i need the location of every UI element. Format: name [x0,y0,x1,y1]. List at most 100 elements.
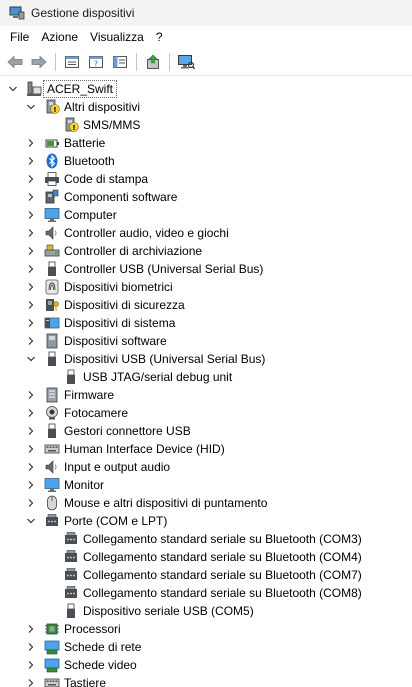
menu-help[interactable]: ? [150,26,169,48]
tree-category[interactable]: Controller USB (Universal Serial Bus) [0,260,412,278]
chevron-down-icon[interactable] [8,84,18,94]
tree-category[interactable]: Controller di archiviazione [0,242,412,260]
tree-category[interactable]: Fotocamere [0,404,412,422]
tree-category[interactable]: Schede video [0,656,412,674]
tree-category-label: Schede video [64,658,137,672]
printer-icon [45,172,59,186]
chevron-right-icon[interactable] [26,660,36,670]
tree-category[interactable]: Dispositivi biometrici [0,278,412,296]
chevron-right-icon[interactable] [26,480,36,490]
driver-icon [113,55,127,68]
tree-device-label: Collegamento standard seriale su Bluetoo… [83,586,362,600]
toolbar: ? [0,48,412,76]
tree-category-label: Dispositivi software [64,334,167,348]
help-icon: ? [89,55,103,68]
chevron-right-icon[interactable] [26,642,36,652]
properties-icon [65,55,79,68]
tree-category[interactable]: Dispositivi di sicurezza [0,296,412,314]
port-icon [65,568,77,580]
tree-category[interactable]: Controller audio, video e giochi [0,224,412,242]
tree-category[interactable]: ! Altri dispositivi [0,98,412,116]
tree-category[interactable]: Input e output audio [0,458,412,476]
menu-file[interactable]: File [4,26,35,48]
properties-button[interactable] [61,51,83,73]
usb-icon [67,603,75,618]
chevron-right-icon[interactable] [26,282,36,292]
system-device-icon [44,317,60,329]
help-button[interactable]: ? [85,51,107,73]
tree-device[interactable]: Dispositivo seriale USB (COM5) [0,602,412,620]
driver-button[interactable] [109,51,131,73]
chevron-right-icon[interactable] [26,444,36,454]
tree-device-label: Collegamento standard seriale su Bluetoo… [83,550,362,564]
device-tree[interactable]: ACER_Swift ! Altri dispositivi ! SMS/MMS… [0,79,412,687]
chevron-right-icon[interactable] [26,192,36,202]
chevron-right-icon[interactable] [26,210,36,220]
chevron-down-icon[interactable] [26,354,36,364]
tree-category[interactable]: Mouse e altri dispositivi di puntamento [0,494,412,512]
tree-category[interactable]: Porte (COM e LPT) [0,512,412,530]
update-driver-button[interactable] [142,51,164,73]
tree-category-label: Controller audio, video e giochi [64,226,229,240]
chevron-right-icon[interactable] [26,336,36,346]
chevron-right-icon[interactable] [26,246,36,256]
chevron-down-icon[interactable] [26,102,36,112]
chevron-right-icon[interactable] [26,264,36,274]
menu-azione[interactable]: Azione [35,26,84,48]
security-key-icon [46,299,59,311]
tree-category[interactable]: Schede di rete [0,638,412,656]
chevron-right-icon[interactable] [26,174,36,184]
chevron-down-icon[interactable] [26,516,36,526]
tree-category[interactable]: Tastiere [0,674,412,687]
tree-category[interactable]: Dispositivi di sistema [0,314,412,332]
tree-category[interactable]: Processori [0,620,412,638]
chevron-right-icon[interactable] [26,300,36,310]
tree-category[interactable]: Code di stampa [0,170,412,188]
forward-arrow-icon [31,55,47,68]
tree-device[interactable]: Collegamento standard seriale su Bluetoo… [0,584,412,602]
chevron-right-icon[interactable] [26,408,36,418]
tree-device[interactable]: Collegamento standard seriale su Bluetoo… [0,548,412,566]
chevron-right-icon[interactable] [26,318,36,328]
tree-category[interactable]: Monitor [0,476,412,494]
menu-bar: File Azione Visualizza ? [0,26,412,48]
chevron-right-icon[interactable] [26,390,36,400]
title-bar: Gestione dispositivi [0,0,412,26]
chevron-right-icon[interactable] [26,462,36,472]
scan-hardware-button[interactable] [175,51,197,73]
tree-category-label: Firmware [64,388,114,402]
tree-device[interactable]: Collegamento standard seriale su Bluetoo… [0,566,412,584]
tree-root[interactable]: ACER_Swift [0,80,412,98]
tree-category[interactable]: Dispositivi USB (Universal Serial Bus) [0,350,412,368]
tree-category[interactable]: Batterie [0,134,412,152]
update-driver-icon [147,54,159,69]
back-button[interactable] [4,51,26,73]
tree-category[interactable]: Firmware [0,386,412,404]
fingerprint-icon [45,279,59,295]
tree-category-label: Human Interface Device (HID) [64,442,225,456]
tree-category[interactable]: Gestori connettore USB [0,422,412,440]
chevron-right-icon[interactable] [26,498,36,508]
tree-category[interactable]: Dispositivi software [0,332,412,350]
chevron-right-icon[interactable] [26,624,36,634]
chevron-right-icon[interactable] [26,156,36,166]
menu-visualizza[interactable]: Visualizza [84,26,150,48]
port-icon [46,514,58,526]
tree-device[interactable]: Collegamento standard seriale su Bluetoo… [0,530,412,548]
tree-category-label: Processori [64,622,121,636]
chevron-right-icon[interactable] [26,228,36,238]
battery-icon [45,139,59,148]
tree-category-label: Dispositivi di sistema [64,316,176,330]
chevron-right-icon[interactable] [26,426,36,436]
tree-category[interactable]: Bluetooth [0,152,412,170]
chevron-right-icon[interactable] [26,678,36,687]
tree-device[interactable]: ! SMS/MMS [0,116,412,134]
tree-device[interactable]: USB JTAG/serial debug unit [0,368,412,386]
tree-category-label: Componenti software [64,190,178,204]
tree-category[interactable]: Computer [0,206,412,224]
chevron-right-icon[interactable] [26,138,36,148]
tree-category[interactable]: Human Interface Device (HID) [0,440,412,458]
tree-category[interactable]: Componenti software [0,188,412,206]
forward-button[interactable] [28,51,50,73]
firmware-icon [46,387,58,403]
